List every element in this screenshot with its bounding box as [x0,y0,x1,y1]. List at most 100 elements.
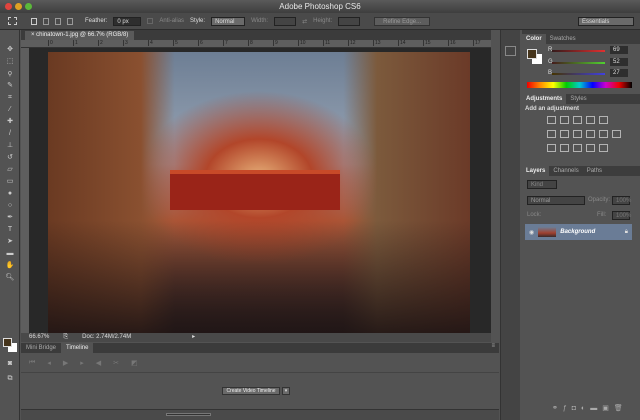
crop-tool-icon[interactable]: ⌗ [3,92,17,103]
timeline-zoom-slider[interactable] [166,413,211,416]
swap-icon[interactable]: ⇄ [302,18,307,25]
tab-channels[interactable]: Channels [549,166,582,176]
quick-select-tool-icon[interactable]: ✎ [3,80,17,91]
create-video-timeline-button[interactable]: Create Video Timeline [222,387,280,395]
posterize-icon[interactable] [560,144,569,152]
document-tab[interactable]: × chinatown-1.jpg @ 66.7% (RGB/8) [25,31,135,40]
brush-tool-icon[interactable]: / [3,128,17,139]
shape-tool-icon[interactable]: ▬ [3,248,17,259]
tab-mini-bridge[interactable]: Mini Bridge [21,343,61,353]
feather-input[interactable]: 0 px [113,16,142,26]
refine-edge-button[interactable]: Refine Edge... [374,16,431,26]
workspace-select[interactable]: Essentials [578,16,634,26]
history-brush-tool-icon[interactable]: ↺ [3,152,17,163]
split-icon[interactable]: ✂ [113,359,119,367]
r-slider[interactable] [552,50,605,52]
create-timeline-dropdown-icon[interactable]: ▾ [282,387,290,395]
hand-tool-icon[interactable]: ✋ [3,260,17,271]
audio-icon[interactable]: ◀ [96,359,101,367]
color-spectrum[interactable] [527,82,632,88]
zoom-tool-icon[interactable]: 🔍︎ [3,272,17,283]
type-tool-icon[interactable]: T [3,224,17,235]
close-window-button[interactable] [5,3,12,10]
foreground-color-swatch[interactable] [3,338,12,347]
document-tab-title: chinatown-1.jpg @ 66.7% (RGB/8) [36,32,129,38]
minimize-window-button[interactable] [15,3,22,10]
black-white-icon[interactable] [573,130,582,138]
style-select[interactable]: Normal [211,16,246,26]
antialias-checkbox[interactable] [147,18,154,24]
g-value[interactable]: 52 [610,58,628,66]
zoom-window-button[interactable] [25,3,32,10]
transition-icon[interactable]: ◩ [131,359,138,367]
tab-paths[interactable]: Paths [583,166,606,176]
blur-tool-icon[interactable]: ● [3,188,17,199]
path-select-tool-icon[interactable]: ➤ [3,236,17,247]
selective-color-icon[interactable] [586,144,595,152]
layer-filter-select[interactable]: Kind [527,180,557,189]
fill-input[interactable]: 100% [612,211,631,220]
doc-size: Doc: 2.74M/2.74M [82,334,132,340]
play-icon[interactable]: ▶ [63,359,68,367]
marquee-tool-icon[interactable] [8,17,17,25]
horizontal-ruler: 0 1 2 3 4 5 6 7 8 9 10 11 12 13 14 15 16 17 [21,40,491,48]
previous-frame-icon[interactable]: ◂ [47,359,51,367]
next-frame-icon[interactable]: ▸ [80,359,84,367]
b-value[interactable]: 27 [610,69,628,77]
blend-mode-select[interactable]: Normal [527,196,585,205]
add-selection-icon[interactable] [43,17,49,25]
healing-tool-icon[interactable]: ✚ [3,116,17,127]
channel-mixer-icon[interactable] [599,130,608,138]
tab-adjustments[interactable]: Adjustments [522,94,567,104]
hue-saturation-icon[interactable] [547,130,556,138]
invert-icon[interactable] [547,144,556,152]
eraser-tool-icon[interactable]: ▱ [3,164,17,175]
lock-label: Lock: [527,212,542,218]
tab-color[interactable]: Color [522,34,546,44]
gradient-tool-icon[interactable]: ▭ [3,176,17,187]
tab-swatches[interactable]: Swatches [546,34,580,44]
clone-stamp-tool-icon[interactable]: ⊥ [3,140,17,151]
layer-name[interactable]: Background [560,229,595,235]
marquee-tool-icon[interactable]: ⬚ [3,56,17,67]
g-slider[interactable] [552,62,605,64]
opacity-input[interactable]: 100% [612,196,631,205]
width-input[interactable] [274,16,297,26]
curves-icon[interactable] [573,116,582,124]
panel-menu-icon[interactable]: ≡ [491,343,495,353]
screen-mode-icon[interactable]: ⧉ [3,373,17,384]
foreground-color-swatch[interactable] [527,49,537,59]
first-frame-icon[interactable]: ⏮ [29,359,35,367]
status-menu-arrow-icon[interactable]: ▸ [192,333,195,342]
tab-styles[interactable]: Styles [566,94,590,104]
layer-row[interactable]: ◉ Background 🔒︎ [525,224,632,240]
export-icon[interactable]: ⎘ [63,333,68,342]
history-icon[interactable] [505,46,516,56]
r-value[interactable]: 69 [610,46,628,54]
tab-layers[interactable]: Layers [522,166,550,176]
color-balance-icon[interactable] [560,130,569,138]
eyedropper-tool-icon[interactable]: ⁄ [3,104,17,115]
zoom-level[interactable]: 66.67% [29,333,49,342]
color-lookup-icon[interactable] [612,130,621,138]
layers-footer-icons[interactable]: ⚭ƒ◘◐▬▣🗑︎ [552,404,628,412]
threshold-icon[interactable] [573,144,582,152]
exposure-icon[interactable] [586,116,595,124]
brightness-contrast-icon[interactable] [547,116,556,124]
vibrance-icon[interactable] [599,116,608,124]
tab-timeline[interactable]: Timeline [61,343,94,353]
intersect-selection-icon[interactable] [67,17,73,25]
height-input[interactable] [338,16,361,26]
b-slider[interactable] [552,73,605,75]
visibility-eye-icon[interactable]: ◉ [529,229,534,236]
levels-icon[interactable] [560,116,569,124]
subtract-selection-icon[interactable] [55,17,61,25]
lasso-tool-icon[interactable]: ϙ [3,68,17,79]
dodge-tool-icon[interactable]: ○ [3,200,17,211]
pen-tool-icon[interactable]: ✒ [3,212,17,223]
new-selection-icon[interactable] [31,17,37,25]
quick-mask-icon[interactable]: ◙ [3,358,17,369]
move-tool-icon[interactable]: ✥ [3,44,17,55]
photo-filter-icon[interactable] [586,130,595,138]
gradient-map-icon[interactable] [599,144,608,152]
